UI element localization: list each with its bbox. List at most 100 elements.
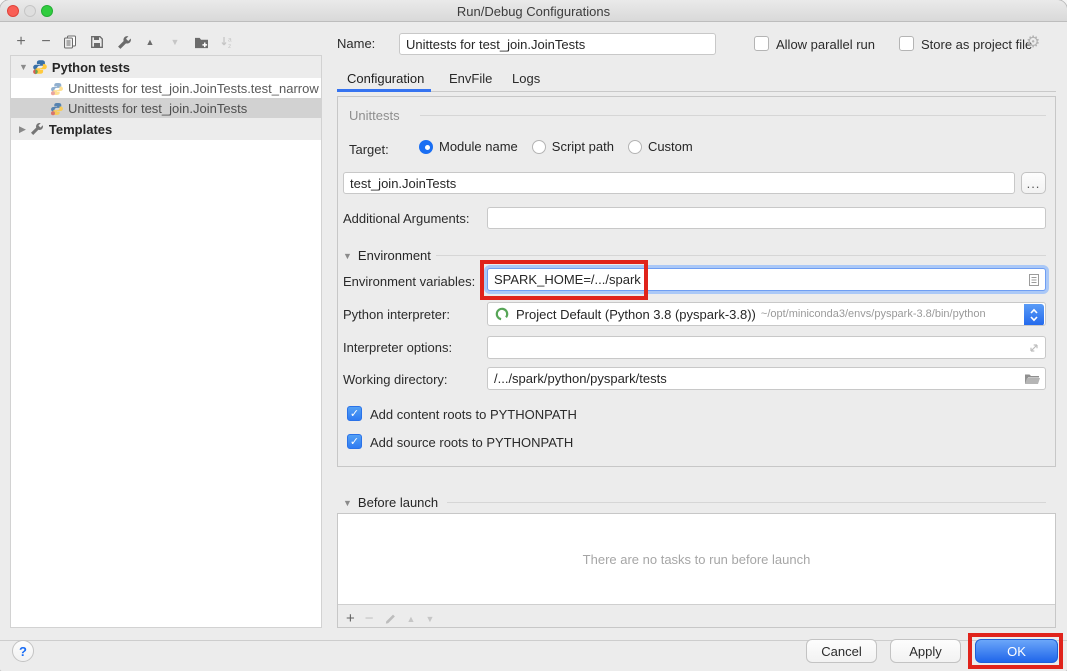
python-interpreter-value: Project Default (Python 3.8 (pyspark-3.8…	[516, 307, 756, 322]
triangle-down-icon: ▼	[171, 34, 180, 50]
section-expanded-icon: ▼	[343, 498, 352, 508]
cancel-label: Cancel	[821, 644, 861, 659]
tree-item-label: Templates	[49, 122, 112, 137]
before-launch-label: Before launch	[358, 495, 438, 510]
environment-section-line	[436, 255, 1046, 256]
unittests-group-label: Unittests	[349, 108, 400, 123]
before-launch-panel: There are no tasks to run before launch …	[337, 513, 1056, 628]
sort-configs-button: az	[218, 33, 236, 51]
python-interpreter-select[interactable]: Project Default (Python 3.8 (pyspark-3.8…	[487, 302, 1046, 326]
python-interpreter-path: ~/opt/miniconda3/envs/pyspark-3.8/bin/py…	[761, 308, 986, 320]
module-name-input[interactable]: test_join.JoinTests	[343, 172, 1015, 194]
copy-config-button[interactable]	[61, 33, 79, 51]
radio-custom[interactable]	[628, 140, 642, 154]
tree-item-templates[interactable]: ▶ Templates	[11, 118, 321, 140]
name-input[interactable]: Unittests for test_join.JoinTests	[399, 33, 716, 55]
before-launch-line	[447, 502, 1046, 503]
edit-templates-button[interactable]	[115, 33, 133, 51]
tab-logs[interactable]: Logs	[512, 71, 540, 86]
ok-button[interactable]: OK	[975, 639, 1058, 663]
radio-script-path-label: Script path	[552, 139, 614, 154]
add-content-roots-checkbox[interactable]: ✓	[347, 406, 362, 421]
radio-script-path[interactable]	[532, 140, 546, 154]
tabs-divider	[337, 91, 1056, 92]
target-radio-group: Module name Script path Custom	[419, 139, 693, 154]
remove-task-button: −	[365, 610, 374, 627]
before-launch-section-header[interactable]: ▼ Before launch	[343, 495, 438, 510]
browse-button[interactable]: ...	[1021, 172, 1046, 194]
svg-text:z: z	[228, 43, 231, 49]
active-tab-underline	[337, 89, 431, 92]
store-as-project-file-checkbox[interactable]	[899, 36, 914, 51]
tree-item-test-narrow[interactable]: Unittests for test_join.JoinTests.test_n…	[11, 78, 321, 99]
allow-parallel-run-label: Allow parallel run	[776, 37, 875, 52]
allow-parallel-run-checkbox[interactable]	[754, 36, 769, 51]
templates-wrench-icon	[30, 122, 44, 136]
unittests-group-line	[420, 115, 1046, 116]
save-config-button[interactable]	[88, 33, 106, 51]
tab-envfile[interactable]: EnvFile	[449, 71, 492, 86]
ellipsis-icon: ...	[1027, 176, 1041, 191]
remove-config-button[interactable]: −	[37, 33, 55, 51]
environment-variables-value: SPARK_HOME=/.../spark	[494, 272, 641, 287]
env-vars-editor-icon[interactable]	[1028, 273, 1040, 287]
environment-section-label: Environment	[358, 248, 431, 263]
python-config-icon	[50, 102, 64, 116]
interpreter-options-label: Interpreter options:	[343, 340, 452, 355]
cancel-button[interactable]: Cancel	[806, 639, 877, 663]
interpreter-options-input[interactable]	[487, 336, 1046, 359]
config-tree: ▼ Python tests Unittests for test_join.J…	[10, 55, 322, 628]
new-folder-button[interactable]	[192, 33, 210, 51]
radio-custom-label: Custom	[648, 139, 693, 154]
target-label: Target:	[349, 142, 389, 157]
tree-item-jointests-selected[interactable]: Unittests for test_join.JoinTests	[11, 98, 321, 119]
working-directory-value: /.../spark/python/pyspark/tests	[494, 371, 667, 386]
move-task-down-button: ▼	[425, 614, 434, 624]
move-up-button[interactable]: ▲	[141, 33, 159, 51]
add-task-button[interactable]: +	[346, 610, 355, 627]
tree-item-label: Unittests for test_join.JoinTests	[68, 101, 247, 116]
name-value: Unittests for test_join.JoinTests	[406, 37, 585, 52]
tab-configuration[interactable]: Configuration	[347, 71, 424, 86]
tree-item-python-tests[interactable]: ▼ Python tests	[11, 56, 321, 78]
run-debug-configurations-dialog: Run/Debug Configurations + − ▲ ▼ az ▼ Py…	[0, 0, 1067, 671]
wrench-icon	[117, 35, 132, 50]
add-source-roots-checkbox[interactable]: ✓	[347, 434, 362, 449]
additional-arguments-input[interactable]	[487, 207, 1046, 229]
check-icon: ✓	[350, 407, 359, 420]
folder-add-icon	[194, 36, 209, 49]
expand-editor-icon[interactable]	[1028, 342, 1040, 354]
store-settings-gear-icon[interactable]: ⚙	[1026, 32, 1040, 52]
sort-az-icon: az	[220, 35, 234, 49]
environment-section-header[interactable]: ▼ Environment	[343, 248, 431, 263]
apply-button[interactable]: Apply	[890, 639, 961, 663]
virtualenv-icon	[494, 306, 510, 322]
environment-variables-input[interactable]: SPARK_HOME=/.../spark	[487, 268, 1046, 291]
folder-browse-icon[interactable]	[1024, 372, 1040, 385]
save-icon	[90, 35, 104, 49]
disclosure-collapsed-icon[interactable]: ▶	[19, 124, 26, 135]
empty-tasks-message: There are no tasks to run before launch	[583, 552, 811, 567]
before-launch-toolbar: + − ▲ ▼	[346, 610, 434, 627]
working-directory-input[interactable]: /.../spark/python/pyspark/tests	[487, 367, 1046, 390]
minus-icon: −	[41, 34, 50, 50]
combo-arrows-icon[interactable]	[1024, 304, 1044, 326]
python-config-icon	[50, 82, 64, 96]
store-as-project-file-label: Store as project file	[921, 37, 1032, 52]
copy-icon	[63, 35, 77, 49]
help-button[interactable]: ?	[12, 640, 34, 662]
tree-item-label: Unittests for test_join.JoinTests.test_n…	[68, 81, 319, 96]
radio-module-name[interactable]	[419, 140, 433, 154]
triangle-up-icon: ▲	[146, 34, 155, 50]
python-tests-icon	[32, 59, 48, 75]
environment-variables-label: Environment variables:	[343, 274, 475, 289]
question-mark-icon: ?	[19, 644, 27, 659]
disclosure-expanded-icon[interactable]: ▼	[19, 62, 28, 72]
plus-icon: +	[16, 34, 25, 50]
before-launch-task-list: There are no tasks to run before launch	[338, 514, 1055, 605]
add-config-button[interactable]: +	[12, 33, 30, 51]
radio-module-name-label: Module name	[439, 139, 518, 154]
window-title: Run/Debug Configurations	[0, 4, 1067, 19]
add-source-roots-label: Add source roots to PYTHONPATH	[370, 435, 573, 450]
titlebar: Run/Debug Configurations	[0, 0, 1067, 22]
